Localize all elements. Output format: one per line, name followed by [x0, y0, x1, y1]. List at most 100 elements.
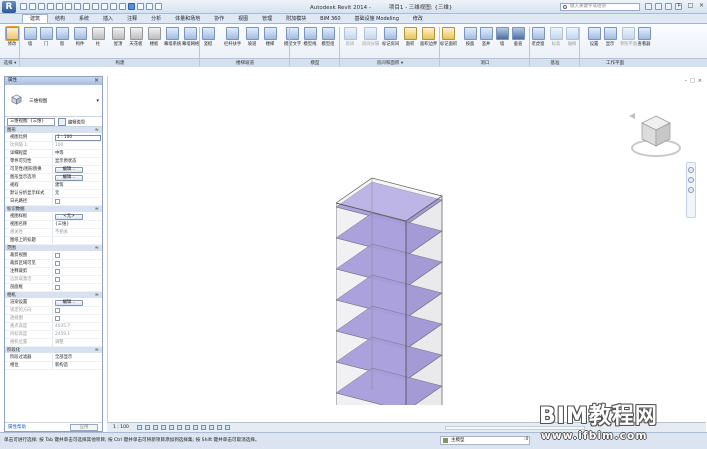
crop-view-icon[interactable]	[177, 425, 182, 430]
properties-help-link[interactable]: 属性帮助	[8, 424, 26, 431]
text-icon[interactable]	[101, 3, 108, 10]
ribbon-button-32[interactable]: 显示	[602, 27, 618, 47]
property-value[interactable]: 无	[52, 190, 102, 197]
property-value[interactable]: 1 : 100	[52, 134, 102, 141]
pan-icon[interactable]	[688, 187, 694, 193]
property-value[interactable]: 编辑...	[52, 299, 102, 306]
property-group-header[interactable]: 阶段化	[5, 347, 102, 354]
property-checkbox[interactable]	[55, 277, 60, 282]
property-value[interactable]: 中等	[52, 150, 102, 157]
property-value[interactable]: <无>	[52, 213, 102, 220]
ribbon-button-23[interactable]: 标记面积	[440, 27, 457, 47]
property-value[interactable]: 新构造	[52, 362, 102, 369]
3d-view-canvas[interactable]: – □ ×	[107, 76, 706, 422]
ribbon-button-3[interactable]: 窗	[54, 27, 70, 47]
property-checkbox[interactable]	[55, 308, 60, 313]
property-value[interactable]: 建筑	[52, 182, 102, 189]
ribbon-button-27[interactable]: 垂直	[510, 27, 526, 47]
ribbon-button-2[interactable]: 门	[38, 27, 54, 47]
favorites-icon[interactable]	[665, 3, 672, 10]
property-edit-button[interactable]: 编辑...	[55, 175, 83, 181]
show-crop-icon[interactable]	[185, 425, 190, 430]
property-value[interactable]	[52, 284, 102, 291]
ribbon-button-29[interactable]: 标高	[548, 27, 564, 47]
property-checkbox[interactable]	[55, 316, 60, 321]
tab-9[interactable]: 管理	[255, 14, 279, 23]
ribbon-button-11[interactable]: 竖梃	[200, 27, 216, 47]
ribbon-button-7[interactable]: 天花板	[128, 27, 144, 47]
highlight-icon[interactable]	[225, 425, 230, 430]
ribbon-button-34[interactable]: 查看器	[636, 27, 652, 47]
view-close-button[interactable]: ×	[698, 78, 702, 84]
instance-filter-select[interactable]: 三维视图: {三维}	[7, 118, 55, 126]
lock-view-icon[interactable]	[193, 425, 198, 430]
glass-wall[interactable]	[336, 202, 407, 405]
ribbon-button-22[interactable]: 面积边界	[420, 27, 437, 47]
minimize-button[interactable]: –	[675, 2, 684, 10]
model-selector[interactable]: 主模型	[440, 436, 530, 445]
ribbon-button-31[interactable]: 设置	[586, 27, 602, 47]
steering-wheel-icon[interactable]	[688, 167, 694, 173]
ribbon-button-15[interactable]: 模型文字	[284, 27, 301, 47]
tab-2[interactable]: 系统	[72, 14, 96, 23]
sun-path-icon[interactable]	[153, 425, 158, 430]
view-restore-button[interactable]: □	[690, 78, 695, 84]
tab-10[interactable]: 附加模块	[279, 14, 313, 23]
property-edit-button[interactable]: <无>	[55, 214, 83, 220]
ribbon-button-19[interactable]: 房间分隔	[362, 27, 379, 47]
tab-4[interactable]: 注释	[120, 14, 144, 23]
property-checkbox[interactable]	[55, 253, 60, 258]
property-group-header[interactable]: 相机	[5, 292, 102, 299]
maximize-button[interactable]: □	[686, 2, 695, 10]
search-input[interactable]: 键入关键字或短语	[560, 3, 640, 11]
communication-icon[interactable]	[655, 3, 662, 10]
detail-level-icon[interactable]	[137, 425, 142, 430]
property-value[interactable]	[52, 237, 102, 244]
ribbon-button-16[interactable]: 模型线	[302, 27, 318, 47]
close-button[interactable]: ×	[697, 2, 706, 10]
customize-qat-icon[interactable]	[155, 3, 162, 10]
view-scale[interactable]: 1 : 100	[113, 425, 129, 430]
close-icon[interactable]: ×	[94, 77, 99, 85]
tab-0[interactable]: 建筑	[22, 14, 49, 23]
tab-12[interactable]: 基础设施 Modeling	[348, 14, 406, 23]
view-minimize-button[interactable]: –	[685, 78, 688, 84]
property-value[interactable]: 显示原状态	[52, 158, 102, 165]
redo-icon[interactable]	[56, 3, 63, 10]
save-icon[interactable]	[29, 3, 36, 10]
tab-11[interactable]: BIM 360	[313, 14, 347, 23]
property-input[interactable]: 1 : 100	[55, 135, 101, 141]
ribbon-button-0[interactable]: 修改	[4, 26, 20, 47]
print-icon[interactable]	[65, 3, 72, 10]
viewcube[interactable]	[626, 106, 686, 166]
application-menu-button[interactable]: R	[2, 1, 16, 13]
measure-icon[interactable]	[74, 3, 81, 10]
property-value[interactable]	[52, 268, 102, 275]
analytical-model-icon[interactable]	[217, 425, 222, 430]
property-value[interactable]: 编辑...	[52, 174, 102, 181]
property-checkbox[interactable]	[55, 261, 60, 266]
ribbon-button-14[interactable]: 楼梯	[262, 27, 278, 47]
chevron-down-icon[interactable]: ▾	[96, 98, 99, 104]
glass-wall[interactable]	[405, 195, 443, 405]
property-edit-button[interactable]: 编辑...	[55, 300, 83, 306]
ribbon-button-26[interactable]: 墙	[494, 27, 510, 47]
ribbon-button-9[interactable]: 幕墙系统	[164, 27, 181, 47]
ribbon-button-33[interactable]: 参照平面	[620, 27, 637, 47]
ribbon-button-21[interactable]: 面积	[402, 27, 418, 47]
tab-1[interactable]: 结构	[48, 14, 72, 23]
property-checkbox[interactable]	[55, 269, 60, 274]
ribbon-button-24[interactable]: 按面	[462, 27, 478, 47]
reveal-hidden-icon[interactable]	[209, 425, 214, 430]
ribbon-button-8[interactable]: 楼板	[146, 27, 162, 47]
ribbon-button-20[interactable]: 标记房间	[382, 27, 399, 47]
tab-5[interactable]: 分析	[144, 14, 168, 23]
building-model[interactable]	[336, 175, 446, 405]
property-checkbox[interactable]	[55, 285, 60, 290]
ribbon-button-12[interactable]: 栏杆扶手	[224, 27, 241, 47]
dimension-icon[interactable]	[83, 3, 90, 10]
property-group-header[interactable]: 范围	[5, 245, 102, 252]
ribbon-button-6[interactable]: 屋顶	[110, 27, 126, 47]
ribbon-button-1[interactable]: 墙	[22, 27, 38, 47]
ribbon-button-5[interactable]: 柱	[90, 27, 106, 47]
